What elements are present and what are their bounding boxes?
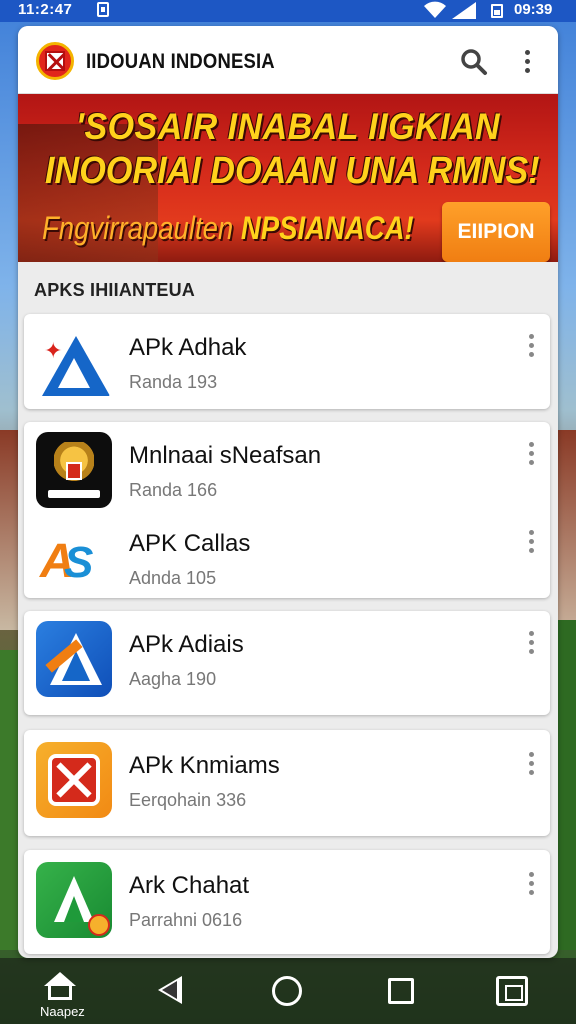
home-icon[interactable]: Naapez bbox=[40, 970, 85, 1022]
app-card: Mnlnaai sNeafsan Randa 166 AS APK Callas… bbox=[24, 422, 550, 598]
recents-icon[interactable] bbox=[496, 976, 528, 1006]
app-card: APk Adiais Aagha 190 bbox=[24, 611, 550, 715]
more-vertical-icon[interactable] bbox=[520, 48, 534, 78]
wifi-icon bbox=[424, 1, 446, 18]
more-vertical-icon[interactable] bbox=[527, 752, 537, 778]
app-name: APK Callas bbox=[129, 530, 251, 557]
banner-sub-main: NPSIANACA! bbox=[233, 210, 414, 246]
app-meta: Eerqohain 336 bbox=[129, 790, 247, 810]
promo-banner[interactable]: 'SOSAIR INABAL IIGKIAN INOORIAI DOAAN UN… bbox=[18, 94, 558, 262]
list-item[interactable]: Ark Chahat Parrahni 0616 bbox=[24, 852, 550, 940]
list-item[interactable]: APk Adiais Aagha 190 bbox=[24, 611, 550, 699]
banner-headline-1: 'SOSAIR INABAL IIGKIAN bbox=[75, 106, 501, 147]
more-vertical-icon[interactable] bbox=[527, 530, 537, 556]
overview-square-icon[interactable] bbox=[388, 978, 414, 1004]
more-vertical-icon[interactable] bbox=[527, 631, 537, 657]
green-a-app-icon bbox=[36, 862, 112, 938]
status-bar: 11:2:47 09:39 bbox=[0, 0, 576, 22]
signal-icon bbox=[452, 2, 476, 19]
garuda-emblem-app-icon bbox=[36, 432, 112, 508]
shield-logo-icon bbox=[36, 42, 74, 80]
red-x-app-icon bbox=[36, 742, 112, 818]
blue-a-app-icon: ✦ bbox=[36, 324, 112, 400]
list-item[interactable]: Mnlnaai sNeafsan Randa 166 bbox=[24, 422, 550, 510]
app-window: IIDOUAN INDONESIA 'SOSAIR INABAL IIGKIAN… bbox=[18, 26, 558, 958]
battery-icon bbox=[491, 4, 503, 18]
search-icon[interactable] bbox=[460, 48, 488, 76]
more-vertical-icon[interactable] bbox=[527, 442, 537, 468]
app-card: ✦ APk Adhak Randa 193 bbox=[24, 314, 550, 409]
home-circle-icon[interactable] bbox=[272, 976, 302, 1006]
app-meta: Parrahni 0616 bbox=[129, 910, 243, 930]
app-meta: Randa 193 bbox=[129, 372, 218, 392]
back-icon[interactable] bbox=[158, 976, 182, 1004]
app-name: APk Adhak bbox=[129, 334, 247, 361]
app-meta: Randa 166 bbox=[129, 480, 218, 500]
list-item[interactable]: AS APK Callas Adnda 105 bbox=[24, 510, 550, 598]
more-vertical-icon[interactable] bbox=[527, 872, 537, 898]
app-meta: Adnda 105 bbox=[129, 568, 217, 588]
app-title: IIDOUAN INDONESIA bbox=[86, 50, 275, 73]
banner-subheadline: Fngvirrapaulten NPSIANACA! bbox=[42, 210, 414, 247]
sim-icon bbox=[97, 2, 109, 17]
status-clock-right: 09:39 bbox=[514, 1, 553, 18]
blue-a-orange-app-icon bbox=[36, 621, 112, 697]
app-card: APk Knmiams Eerqohain 336 bbox=[24, 730, 550, 836]
banner-cta-button[interactable]: EIIPION bbox=[442, 202, 550, 262]
as-letters-app-icon: AS bbox=[36, 520, 112, 596]
app-card: Ark Chahat Parrahni 0616 bbox=[24, 850, 550, 954]
app-name: Mnlnaai sNeafsan bbox=[129, 442, 322, 469]
app-name: Ark Chahat bbox=[129, 872, 250, 899]
banner-sub-lead: Fngvirrapaulten bbox=[42, 210, 234, 246]
app-meta: Aagha 190 bbox=[129, 669, 217, 689]
list-item[interactable]: ✦ APk Adhak Randa 193 bbox=[24, 314, 550, 402]
section-title: APKS IHIIANTEUA bbox=[34, 280, 196, 300]
more-vertical-icon[interactable] bbox=[527, 334, 537, 360]
app-name: APk Knmiams bbox=[129, 752, 280, 779]
app-name: APk Adiais bbox=[129, 631, 244, 658]
banner-headline-2: INOORIAI DOAAN UNA RMNS! bbox=[45, 150, 540, 192]
list-item[interactable]: APk Knmiams Eerqohain 336 bbox=[24, 732, 550, 820]
home-label: Naapez bbox=[40, 1004, 85, 1019]
navigation-bar: Naapez bbox=[0, 958, 576, 1024]
status-time: 11:2:47 bbox=[18, 1, 73, 18]
app-header: IIDOUAN INDONESIA bbox=[18, 26, 558, 94]
